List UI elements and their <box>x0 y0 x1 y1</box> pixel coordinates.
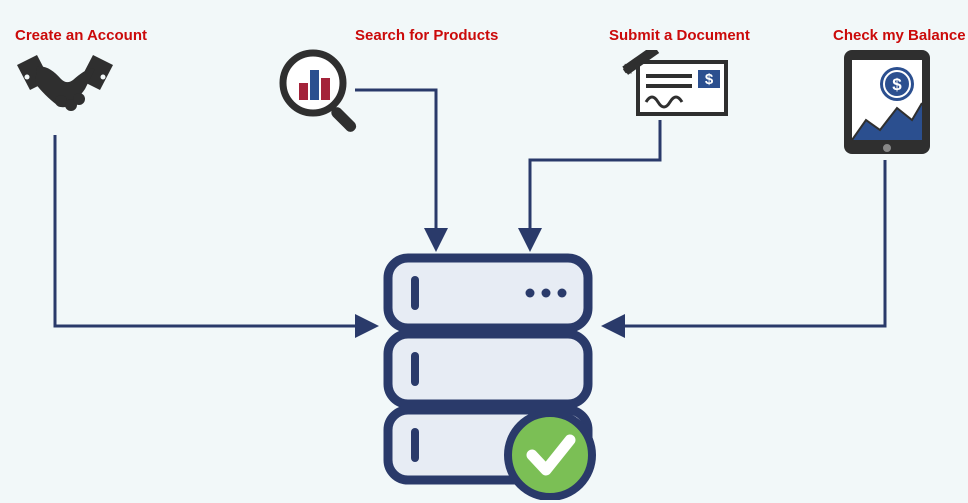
barchart-search-icon <box>275 45 370 140</box>
tablet-balance-icon: $ <box>842 48 932 158</box>
label-create-account: Create an Account <box>15 27 147 44</box>
label-submit-document: Submit a Document <box>609 27 750 44</box>
svg-text:$: $ <box>705 71 714 88</box>
label-check-balance: Check my Balance <box>833 27 966 44</box>
arrow-create-account <box>55 135 375 326</box>
arrow-submit-document <box>530 120 660 248</box>
label-search-products: Search for Products <box>355 27 498 44</box>
handshake-icon <box>15 55 115 130</box>
document-pen-icon: $ <box>620 50 730 120</box>
server-icon <box>380 250 600 500</box>
svg-text:$: $ <box>892 75 902 94</box>
arrow-check-balance <box>605 160 885 326</box>
diagram-canvas: { "nodes": { "create_account": { "label"… <box>0 0 968 503</box>
